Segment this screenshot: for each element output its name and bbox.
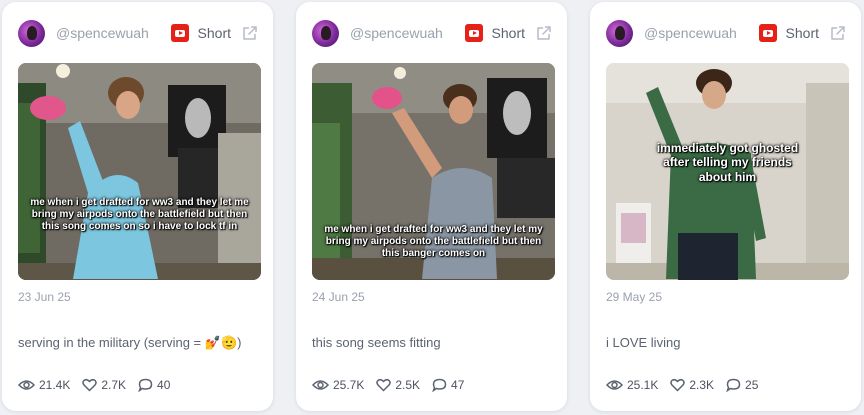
views-stat: 21.4K	[18, 378, 70, 392]
stats-row: 21.4K 2.7K 40	[18, 378, 182, 392]
avatar[interactable]	[312, 19, 339, 47]
post-title: this song seems fitting	[312, 335, 441, 350]
likes-stat: 2.3K	[670, 378, 714, 392]
external-link-icon[interactable]	[241, 24, 259, 42]
youtube-icon	[758, 24, 777, 42]
views-stat: 25.7K	[312, 378, 364, 392]
likes-count: 2.5K	[395, 378, 421, 392]
eye-icon	[606, 380, 623, 390]
video-thumbnail[interactable]: me when i get drafted for ww3 and they l…	[18, 63, 261, 280]
post-card[interactable]: @spencewuah Short me when i get drafted …	[2, 2, 273, 411]
heart-icon	[670, 378, 686, 392]
eye-icon	[18, 380, 35, 390]
heart-icon	[82, 378, 98, 392]
youtube-icon	[464, 24, 483, 42]
post-title: serving in the military (serving = 💅🫡)	[18, 335, 242, 350]
platform-badge: Short	[170, 24, 259, 42]
comment-icon	[726, 378, 741, 392]
video-caption: me when i get drafted for ww3 and they l…	[30, 197, 249, 232]
external-link-icon[interactable]	[829, 24, 847, 42]
views-count: 25.1K	[627, 378, 659, 392]
comments-stat: 40	[138, 378, 170, 392]
heart-icon	[376, 378, 392, 392]
post-card[interactable]: @spencewuah Short me when i get drafted …	[296, 2, 567, 411]
comment-icon	[432, 378, 447, 392]
platform-label: Short	[491, 25, 525, 41]
platform-badge: Short	[464, 24, 553, 42]
likes-count: 2.3K	[689, 378, 715, 392]
stats-row: 25.7K 2.5K 47	[312, 378, 476, 392]
post-date: 23 Jun 25	[18, 290, 71, 304]
post-card[interactable]: @spencewuah Short immediately got ghoste…	[590, 2, 861, 411]
post-title: i LOVE living	[606, 335, 681, 350]
card-header: @spencewuah Short	[18, 18, 259, 48]
creator-handle[interactable]: @spencewuah	[350, 25, 465, 41]
comments-stat: 25	[726, 378, 758, 392]
video-thumbnail[interactable]: immediately got ghosted after telling my…	[606, 63, 849, 280]
youtube-icon	[170, 24, 189, 42]
avatar[interactable]	[606, 19, 633, 47]
likes-count: 2.7K	[101, 378, 127, 392]
post-date: 29 May 25	[606, 290, 663, 304]
platform-label: Short	[785, 25, 819, 41]
views-stat: 25.1K	[606, 378, 658, 392]
card-header: @spencewuah Short	[606, 18, 847, 48]
comments-count: 25	[745, 378, 759, 392]
avatar[interactable]	[18, 19, 45, 47]
views-count: 25.7K	[333, 378, 365, 392]
platform-badge: Short	[758, 24, 847, 42]
video-caption: me when i get drafted for ww3 and they l…	[324, 224, 543, 259]
likes-stat: 2.7K	[82, 378, 126, 392]
video-frame	[18, 63, 261, 280]
card-header: @spencewuah Short	[312, 18, 553, 48]
video-caption: immediately got ghosted after telling my…	[656, 141, 799, 184]
eye-icon	[312, 380, 329, 390]
views-count: 21.4K	[39, 378, 71, 392]
platform-label: Short	[197, 25, 231, 41]
creator-handle[interactable]: @spencewuah	[56, 25, 171, 41]
post-date: 24 Jun 25	[312, 290, 365, 304]
video-thumbnail[interactable]: me when i get drafted for ww3 and they l…	[312, 63, 555, 280]
comment-icon	[138, 378, 153, 392]
likes-stat: 2.5K	[376, 378, 420, 392]
external-link-icon[interactable]	[535, 24, 553, 42]
comments-count: 47	[451, 378, 465, 392]
stats-row: 25.1K 2.3K 25	[606, 378, 770, 392]
comments-stat: 47	[432, 378, 464, 392]
creator-handle[interactable]: @spencewuah	[644, 25, 759, 41]
comments-count: 40	[157, 378, 171, 392]
